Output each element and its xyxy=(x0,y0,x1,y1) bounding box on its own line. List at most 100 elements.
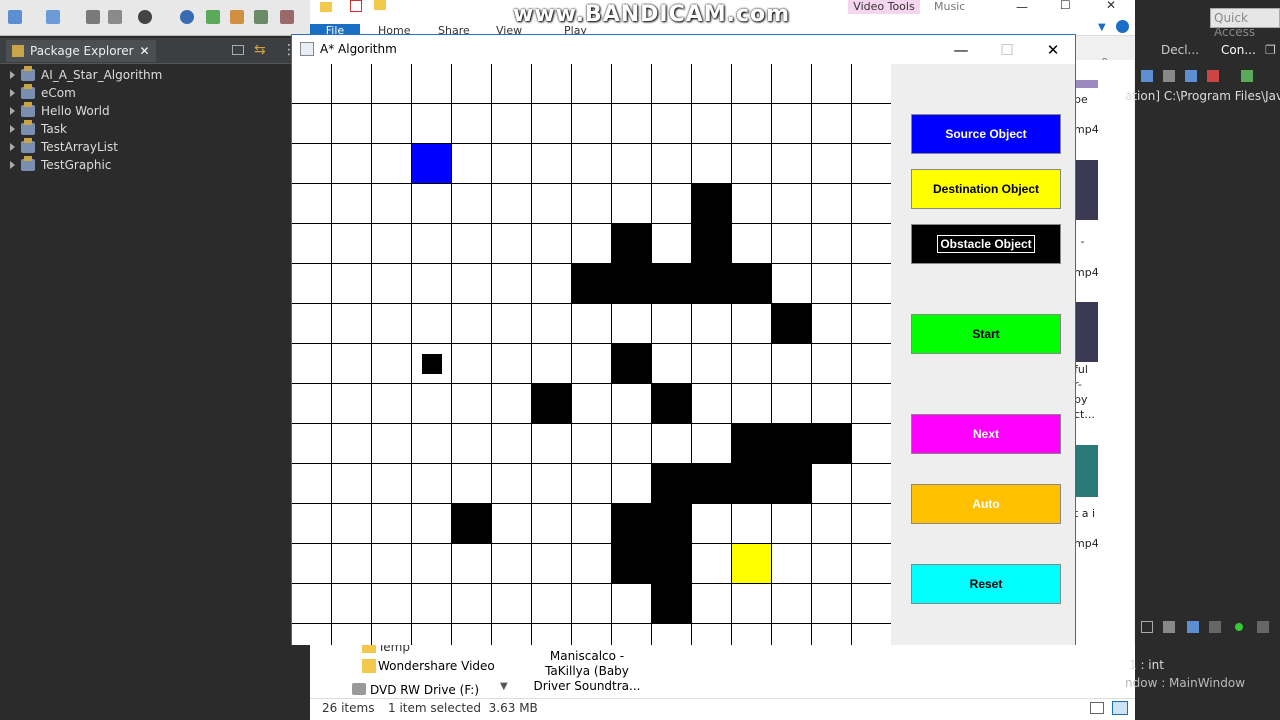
obstacle-cell[interactable] xyxy=(692,224,732,264)
outline-green-icon[interactable] xyxy=(1235,623,1243,631)
expand-icon[interactable] xyxy=(10,107,15,115)
details-view-icon[interactable] xyxy=(1090,702,1104,714)
obstacle-cell[interactable] xyxy=(652,384,692,424)
nav-scroll-down-icon[interactable]: ▼ xyxy=(500,681,508,692)
explorer-minimize-icon[interactable]: — xyxy=(1016,0,1028,14)
obstacle-cell[interactable] xyxy=(692,464,732,504)
obstacle-cell[interactable] xyxy=(732,264,772,304)
grid-svg[interactable] xyxy=(292,64,891,645)
open-icon[interactable] xyxy=(46,10,60,24)
expand-icon[interactable] xyxy=(10,161,15,169)
obstacle-cell[interactable] xyxy=(572,264,612,304)
skip-icon[interactable] xyxy=(180,10,194,24)
grid-canvas[interactable] xyxy=(292,64,891,645)
file-caption[interactable]: Maniscalco - TaKillya (Baby Driver Sound… xyxy=(532,649,642,694)
save-icon[interactable] xyxy=(86,10,100,24)
new-folder-icon[interactable] xyxy=(374,0,386,10)
music-tab[interactable]: Music xyxy=(934,0,965,13)
project-item[interactable]: eCom xyxy=(10,84,76,102)
outline-collapse-icon[interactable] xyxy=(1141,621,1153,633)
obstacle-cell[interactable] xyxy=(452,504,492,544)
video-thumbnail[interactable] xyxy=(1074,445,1098,497)
source-button[interactable]: Source Object xyxy=(911,114,1061,154)
video-tools-tab[interactable]: Video Tools xyxy=(848,0,920,14)
obstacle-cell[interactable] xyxy=(652,464,692,504)
obstacle-cell[interactable] xyxy=(612,544,652,584)
window-titlebar[interactable]: A* Algorithm — ☐ ✕ xyxy=(292,35,1075,64)
obstacle-cell[interactable] xyxy=(732,464,772,504)
project-item[interactable]: TestGraphic xyxy=(10,156,111,174)
expand-icon[interactable] xyxy=(10,125,15,133)
obstacle-cell[interactable] xyxy=(692,184,732,224)
destination-button[interactable]: Destination Object xyxy=(911,169,1061,209)
tiles-view-icon[interactable] xyxy=(1112,701,1128,715)
run-icon[interactable] xyxy=(138,10,152,24)
close-button[interactable]: ✕ xyxy=(1030,35,1076,64)
next-button[interactable]: Next xyxy=(911,414,1061,454)
build-icon[interactable] xyxy=(230,10,244,24)
outline-filter-icon[interactable] xyxy=(1187,621,1199,633)
chevron-down-icon[interactable]: ▼ xyxy=(1098,22,1106,33)
external-icon[interactable] xyxy=(280,10,294,24)
project-item[interactable]: Task xyxy=(10,120,67,138)
properties-icon[interactable] xyxy=(350,0,362,12)
link-editor-icon[interactable]: ⇆ xyxy=(254,42,266,58)
console-tab[interactable]: Con... xyxy=(1221,43,1256,57)
expand-icon[interactable] xyxy=(10,71,15,79)
obstacle-cell[interactable] xyxy=(652,584,692,624)
outline-sort-icon[interactable] xyxy=(1163,621,1175,633)
drive-label[interactable]: DVD RW Drive (F:) xyxy=(370,683,479,697)
obstacle-cell[interactable] xyxy=(732,424,772,464)
source-cell[interactable] xyxy=(412,144,452,184)
maximize-icon[interactable]: ❐ xyxy=(1265,43,1276,57)
obstacle-button[interactable]: Obstacle Object xyxy=(911,224,1061,264)
display-console-icon[interactable] xyxy=(1241,70,1253,82)
video-thumbnail[interactable] xyxy=(1074,80,1098,88)
pin-console-icon[interactable] xyxy=(1185,70,1197,82)
obstacle-cell[interactable] xyxy=(532,384,572,424)
obstacle-cell[interactable] xyxy=(612,344,652,384)
obstacle-cell[interactable] xyxy=(772,424,812,464)
video-thumbnail[interactable] xyxy=(1074,302,1098,362)
obstacle-cell[interactable] xyxy=(652,544,692,584)
obstacle-cell[interactable] xyxy=(612,504,652,544)
obstacle-cell[interactable] xyxy=(612,224,652,264)
obstacle-cell[interactable] xyxy=(652,504,692,544)
obstacle-cell[interactable] xyxy=(772,304,812,344)
obstacle-cell[interactable] xyxy=(652,264,692,304)
start-button[interactable]: Start xyxy=(911,314,1061,354)
obstacle-cell[interactable] xyxy=(692,264,732,304)
save-all-icon[interactable] xyxy=(108,10,122,24)
folder-label[interactable]: Wondershare Video Co xyxy=(378,659,498,673)
reset-button[interactable]: Reset xyxy=(911,564,1061,604)
new-icon[interactable] xyxy=(8,10,22,24)
project-item[interactable]: AI_A_Star_Algorithm xyxy=(10,66,162,84)
obstacle-cell[interactable] xyxy=(612,264,652,304)
scroll-lock-icon[interactable] xyxy=(1163,70,1175,82)
explorer-maximize-icon[interactable]: ☐ xyxy=(1060,0,1071,12)
terminate-icon[interactable] xyxy=(1207,70,1219,82)
clear-console-icon[interactable] xyxy=(1141,70,1153,82)
project-item[interactable]: TestArrayList xyxy=(10,138,118,156)
minimize-button[interactable]: — xyxy=(938,35,984,64)
destination-cell[interactable] xyxy=(732,544,772,584)
expand-icon[interactable] xyxy=(10,89,15,97)
debug-icon[interactable] xyxy=(206,10,220,24)
decl-tab[interactable]: Decl... xyxy=(1161,43,1199,57)
expand-icon[interactable] xyxy=(10,143,15,151)
outline-hide-icon[interactable] xyxy=(1209,621,1221,633)
obstacle-cell[interactable] xyxy=(772,464,812,504)
explorer-close-icon[interactable]: ✕ xyxy=(1106,0,1116,12)
tools-icon[interactable] xyxy=(254,10,268,24)
obstacle-mark[interactable] xyxy=(422,354,442,374)
close-icon[interactable]: ✕ xyxy=(140,44,150,58)
package-explorer-tab[interactable]: Package Explorer ✕ xyxy=(6,40,156,62)
obstacle-cell[interactable] xyxy=(812,424,852,464)
video-thumbnail[interactable] xyxy=(1074,160,1098,220)
help-icon[interactable] xyxy=(1116,20,1129,33)
maximize-button[interactable]: ☐ xyxy=(984,35,1030,64)
project-item[interactable]: Hello World xyxy=(10,102,110,120)
quick-access-input[interactable]: Quick Access xyxy=(1210,8,1280,39)
outline-menu-icon[interactable] xyxy=(1257,621,1269,633)
auto-button[interactable]: Auto xyxy=(911,484,1061,524)
